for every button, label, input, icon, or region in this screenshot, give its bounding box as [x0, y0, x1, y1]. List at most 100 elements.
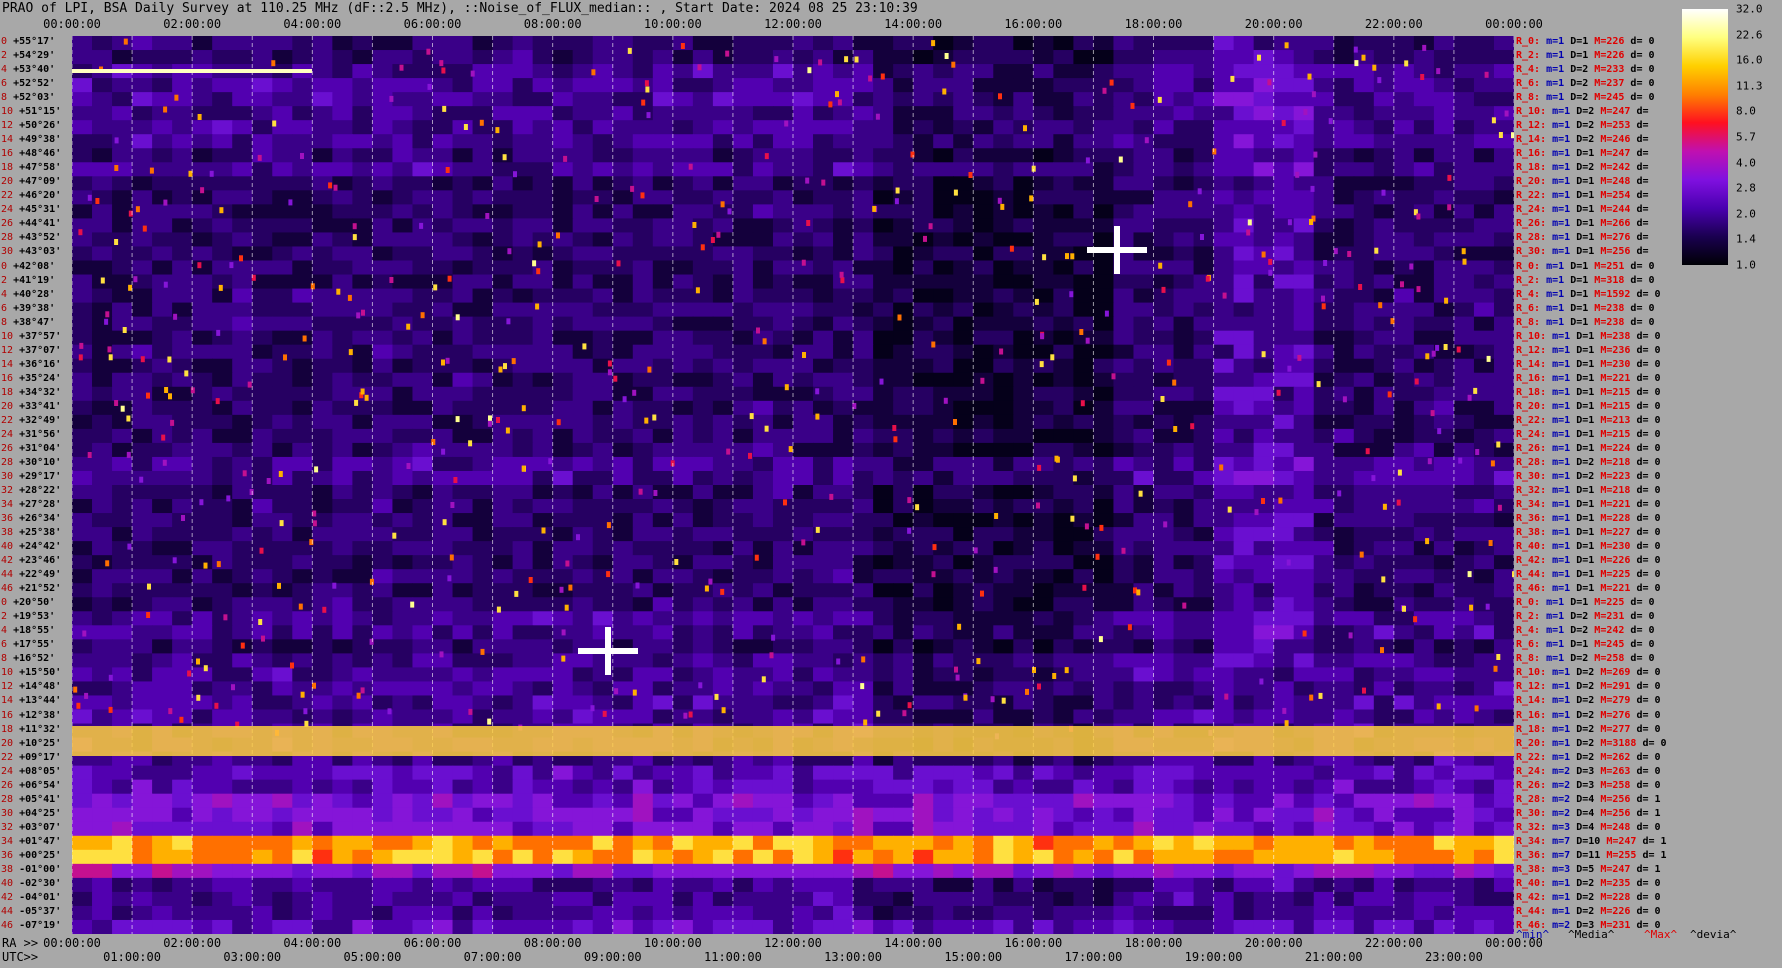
- stat-min: m=1: [1546, 597, 1571, 609]
- bottom-ra-tick-2: 04:00:00: [283, 936, 342, 950]
- stat-row: R_24: m=1 D=1 M=215 d= 0: [1516, 429, 1661, 441]
- row-index: 40: [1, 877, 14, 889]
- bottom-utc-tick-9: 19:00:00: [1184, 950, 1243, 964]
- stat-min: m=1: [1552, 499, 1577, 511]
- stat-row-name: R_2:: [1516, 611, 1547, 623]
- stat-row: R_12: m=1 D=2 M=253 d=: [1516, 120, 1655, 132]
- stat-median: D=2: [1576, 667, 1601, 679]
- stat-min: m=1: [1546, 260, 1571, 272]
- stat-row-name: R_6:: [1516, 302, 1547, 314]
- dec-label: 4 +40°28': [1, 289, 55, 301]
- stat-row: R_38: m=1 D=1 M=227 d= 0: [1516, 527, 1661, 539]
- stat-row: R_16: m=1 D=1 M=247 d=: [1516, 148, 1655, 160]
- stat-row: R_14: m=1 D=2 M=246 d=: [1516, 134, 1655, 146]
- stat-row: R_30: m=2 D=4 M=256 d= 1: [1516, 808, 1661, 820]
- stat-min: m=1: [1552, 134, 1577, 146]
- colorbar-label: 5.7: [1736, 130, 1756, 144]
- stat-row-name: R_14:: [1516, 358, 1553, 370]
- stat-row-name: R_24:: [1516, 428, 1553, 440]
- stat-min: m=1: [1552, 527, 1577, 539]
- row-index: 44: [1, 569, 14, 581]
- stat-row-name: R_12:: [1516, 681, 1553, 693]
- row-index: 8: [1, 92, 8, 104]
- colorbar-label: 16.0: [1736, 53, 1763, 67]
- bright-streak: [72, 69, 312, 73]
- stat-row-name: R_8:: [1516, 92, 1547, 104]
- dec-value: +31°56': [19, 428, 62, 440]
- stat-row: R_20: m=1 D=1 M=248 d=: [1516, 176, 1655, 188]
- legend-min: ^min^: [1516, 928, 1550, 941]
- dec-label: 18 +47°58': [1, 162, 61, 174]
- colorbar-label: 1.0: [1736, 258, 1756, 272]
- dec-value: +01°47': [19, 835, 62, 847]
- stat-median: D=2: [1576, 723, 1601, 735]
- stat-row: R_10: m=1 D=1 M=238 d= 0: [1516, 331, 1661, 343]
- stat-max: M=225: [1600, 569, 1637, 581]
- stat-row-name: R_10:: [1516, 667, 1553, 679]
- dec-value: +12°38': [19, 709, 62, 721]
- dec-value: +37°57': [19, 330, 62, 342]
- stat-min: m=3: [1552, 863, 1577, 875]
- stat-row-name: R_8:: [1516, 653, 1547, 665]
- stat-devia: d= 0: [1630, 274, 1655, 286]
- stat-row-name: R_18:: [1516, 386, 1553, 398]
- legend-max: ^Max^: [1644, 928, 1678, 941]
- stat-row: R_40: m=1 D=1 M=230 d= 0: [1516, 541, 1661, 553]
- dec-value: -04°01': [19, 891, 62, 903]
- stat-min: m=1: [1552, 106, 1577, 118]
- stat-min: m=1: [1552, 905, 1577, 917]
- stat-row-name: R_40:: [1516, 541, 1553, 553]
- stat-row: R_2: m=1 D=1 M=318 d= 0: [1516, 275, 1655, 287]
- stat-median: D=2: [1576, 751, 1601, 763]
- stat-devia: d= 0: [1636, 330, 1661, 342]
- stat-median: D=2: [1576, 905, 1601, 917]
- stat-median: D=1: [1570, 288, 1595, 300]
- stat-max: M=218: [1600, 485, 1637, 496]
- stat-median: D=2: [1576, 695, 1601, 707]
- stat-devia: d= 0: [1636, 414, 1661, 426]
- dec-label: 30 +43°03': [1, 246, 61, 258]
- stat-median: D=1: [1576, 527, 1601, 539]
- stat-min: m=1: [1552, 400, 1577, 412]
- stat-max: M=258: [1600, 779, 1637, 791]
- stat-max: M=255: [1606, 849, 1643, 861]
- chart-title: PRAO of LPI, BSA Daily Survey at 110.25 …: [2, 1, 918, 16]
- stat-row: R_8: m=1 D=2 M=245 d= 0: [1516, 92, 1655, 104]
- dec-value: +03°07': [19, 821, 62, 833]
- stat-median: D=5: [1576, 863, 1601, 875]
- stat-max: M=226: [1600, 555, 1637, 567]
- stat-min: m=1: [1552, 176, 1577, 188]
- stat-max: M=213: [1600, 414, 1637, 426]
- stat-median: D=1: [1570, 597, 1595, 609]
- dec-value: +28°22': [19, 485, 62, 496]
- dec-label: 8 +52°03': [1, 92, 55, 104]
- stat-min: m=1: [1552, 723, 1577, 735]
- bottom-ra-tick-7: 14:00:00: [884, 936, 943, 950]
- top-ra-tick-2: 04:00:00: [283, 17, 342, 31]
- dec-label: 14 +49°38': [1, 134, 61, 146]
- stat-max: M=1592: [1594, 288, 1637, 300]
- stat-devia: d= 0: [1636, 442, 1661, 454]
- stat-devia: d= 0: [1636, 386, 1661, 398]
- dec-label: 28 +43°52': [1, 232, 61, 244]
- dec-label: 20 +10°25': [1, 738, 61, 750]
- row-index: 0: [1, 260, 8, 272]
- stat-median: D=2: [1576, 709, 1601, 721]
- stat-min: m=1: [1546, 64, 1571, 76]
- stat-row: R_20: m=1 D=1 M=215 d= 0: [1516, 401, 1661, 413]
- stat-min: m=1: [1552, 513, 1577, 525]
- colorbar-label: 11.3: [1736, 79, 1763, 93]
- stat-median: D=1: [1570, 274, 1595, 286]
- row-index: 34: [1, 499, 14, 511]
- stat-devia: d= 1: [1636, 863, 1661, 875]
- stat-row: R_22: m=1 D=1 M=213 d= 0: [1516, 415, 1661, 427]
- stat-median: D=1: [1570, 639, 1595, 651]
- stat-max: M=291: [1600, 681, 1637, 693]
- stat-devia: d=: [1636, 176, 1655, 188]
- stat-row-name: R_6:: [1516, 78, 1547, 90]
- stat-row-name: R_0:: [1516, 36, 1547, 47]
- dec-value: +05°41': [19, 793, 62, 805]
- stat-min: m=1: [1552, 190, 1577, 202]
- stat-row-name: R_20:: [1516, 176, 1553, 188]
- stat-row: R_12: m=1 D=2 M=291 d= 0: [1516, 681, 1661, 693]
